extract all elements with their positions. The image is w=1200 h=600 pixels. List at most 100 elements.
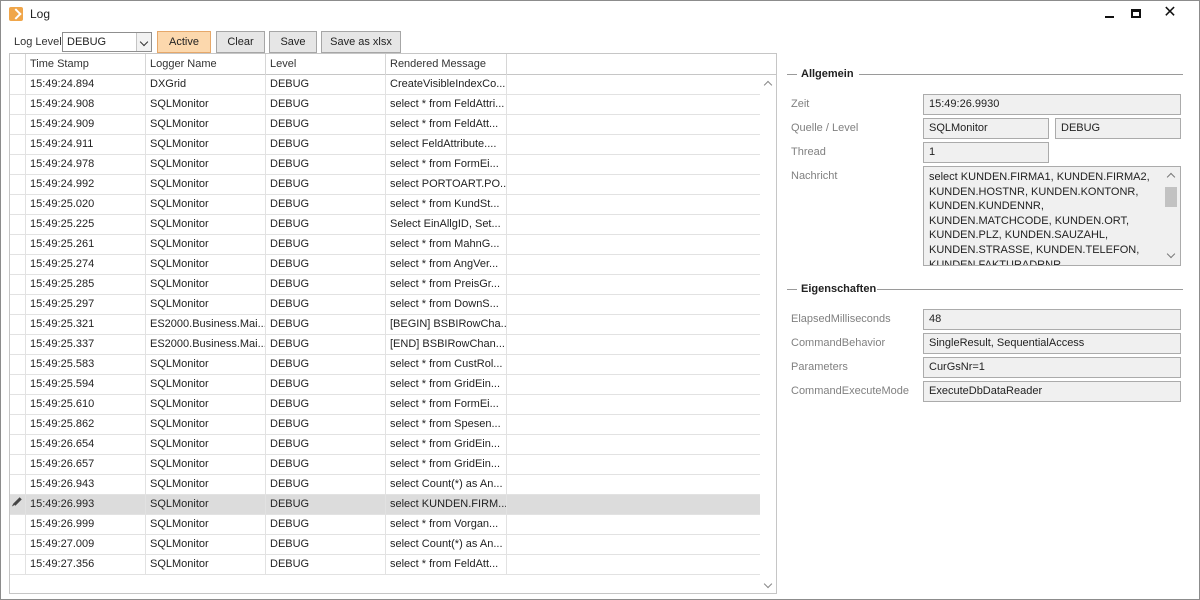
cell-timestamp: 15:49:25.285 [26, 275, 146, 295]
grid-scrollbar[interactable] [760, 75, 776, 593]
section-allgemein: Allgemein [787, 63, 1183, 83]
cell-level: DEBUG [266, 355, 386, 375]
table-row[interactable]: 15:49:25.297 SQLMonitor DEBUG select * from… [10, 295, 760, 315]
table-row[interactable]: 15:49:24.978 SQLMonitor DEBUG select * from… [10, 155, 760, 175]
table-row[interactable]: 15:49:26.999 SQLMonitor DEBUG select * from… [10, 515, 760, 535]
cell-message: select * from MahnG... [386, 235, 507, 255]
table-row[interactable]: 15:49:25.285 SQLMonitor DEBUG select * from… [10, 275, 760, 295]
level-field[interactable]: DEBUG [1055, 118, 1181, 139]
table-row[interactable]: 15:49:25.862 SQLMonitor DEBUG select * from… [10, 415, 760, 435]
close-button[interactable]: ✕ [1155, 4, 1185, 24]
column-header-level[interactable]: Level [266, 54, 386, 75]
table-row[interactable]: 15:49:26.657 SQLMonitor DEBUG select * from… [10, 455, 760, 475]
cell-timestamp: 15:49:24.992 [26, 175, 146, 195]
row-indicator [10, 75, 26, 95]
log-level-select[interactable]: DEBUG [62, 32, 152, 52]
table-row[interactable]: 15:49:26.943 SQLMonitor DEBUG select Count(… [10, 475, 760, 495]
table-row[interactable]: 15:49:25.225 SQLMonitor DEBUG Select EinAll… [10, 215, 760, 235]
cell-message: select Count(*) as An... [386, 535, 507, 555]
property-value[interactable]: ExecuteDbDataReader [923, 381, 1181, 402]
property-label: CommandBehavior [791, 337, 886, 349]
cell-logger: SQLMonitor [146, 515, 266, 535]
zeit-field[interactable]: 15:49:26.9930 [923, 94, 1181, 115]
cell-timestamp: 15:49:24.911 [26, 135, 146, 155]
cell-message: CreateVisibleIndexCo... [386, 75, 507, 95]
table-row[interactable]: 15:49:24.992 SQLMonitor DEBUG select PORTOA… [10, 175, 760, 195]
scroll-down-icon[interactable] [1166, 249, 1176, 259]
scroll-up-icon[interactable] [1166, 172, 1176, 182]
clear-button[interactable]: Clear [216, 31, 265, 53]
row-indicator [10, 115, 26, 135]
cell-timestamp: 15:49:26.999 [26, 515, 146, 535]
row-indicator [10, 535, 26, 555]
property-value[interactable]: SingleResult, SequentialAccess [923, 333, 1181, 354]
active-button[interactable]: Active [157, 31, 211, 53]
property-value[interactable]: 48 [923, 309, 1181, 330]
row-indicator [10, 255, 26, 275]
scroll-up-icon[interactable] [763, 80, 773, 90]
cell-message: select * from FeldAtt... [386, 115, 507, 135]
table-row[interactable]: 15:49:26.993 SQLMonitor DEBUG select KUNDEN… [10, 495, 760, 515]
table-row[interactable]: 15:49:24.911 SQLMonitor DEBUG select FeldAt… [10, 135, 760, 155]
cell-timestamp: 15:49:25.261 [26, 235, 146, 255]
maximize-button[interactable] [1121, 4, 1151, 24]
table-row[interactable]: 15:49:24.894 DXGrid DEBUG CreateVisibleInde… [10, 75, 760, 95]
cell-message: select * from Spesen... [386, 415, 507, 435]
table-row[interactable]: 15:49:24.908 SQLMonitor DEBUG select * from… [10, 95, 760, 115]
section-eigenschaften: Eigenschaften [787, 278, 1183, 298]
thread-field[interactable]: 1 [923, 142, 1049, 163]
table-row[interactable]: 15:49:24.909 SQLMonitor DEBUG select * from… [10, 115, 760, 135]
scroll-thumb[interactable] [1165, 187, 1177, 207]
table-row[interactable]: 15:49:26.654 SQLMonitor DEBUG select * from… [10, 435, 760, 455]
pencil-icon [13, 497, 22, 506]
table-row[interactable]: 15:49:25.261 SQLMonitor DEBUG select * from… [10, 235, 760, 255]
column-header-timestamp[interactable]: Time Stamp [26, 54, 146, 75]
cell-message: select * from FormEi... [386, 395, 507, 415]
cell-logger: SQLMonitor [146, 475, 266, 495]
cell-timestamp: 15:49:27.009 [26, 535, 146, 555]
cell-timestamp: 15:49:25.337 [26, 335, 146, 355]
table-row[interactable]: 15:49:25.274 SQLMonitor DEBUG select * from… [10, 255, 760, 275]
table-row[interactable]: 15:49:27.356 SQLMonitor DEBUG select * from… [10, 555, 760, 575]
table-row[interactable]: 15:49:25.321 ES2000.Business.Mai... DEBUG[… [10, 315, 760, 335]
table-row[interactable]: 15:49:25.337 ES2000.Business.Mai... DEBUG[… [10, 335, 760, 355]
row-indicator [10, 455, 26, 475]
cell-level: DEBUG [266, 455, 386, 475]
nachricht-field[interactable]: select KUNDEN.FIRMA1, KUNDEN.FIRMA2, KUN… [923, 166, 1181, 266]
minimize-button[interactable] [1094, 4, 1124, 24]
cell-logger: SQLMonitor [146, 415, 266, 435]
cell-level: DEBUG [266, 495, 386, 515]
log-grid[interactable]: Time Stamp Logger Name Level Rendered Me… [9, 53, 777, 594]
cell-logger: SQLMonitor [146, 275, 266, 295]
section-divider [787, 289, 797, 290]
cell-logger: SQLMonitor [146, 215, 266, 235]
cell-logger: SQLMonitor [146, 355, 266, 375]
cell-timestamp: 15:49:25.020 [26, 195, 146, 215]
save-as-xlsx-button[interactable]: Save as xlsx [321, 31, 401, 53]
cell-message: select PORTOART.PO... [386, 175, 507, 195]
app-icon [9, 7, 23, 21]
column-header-message[interactable]: Rendered Message [386, 54, 507, 75]
table-row[interactable]: 15:49:27.009 SQLMonitor DEBUG select Count(… [10, 535, 760, 555]
save-button[interactable]: Save [269, 31, 317, 53]
cell-logger: SQLMonitor [146, 155, 266, 175]
table-row[interactable]: 15:49:25.594 SQLMonitor DEBUG select * from… [10, 375, 760, 395]
cell-timestamp: 15:49:24.909 [26, 115, 146, 135]
quelle-field[interactable]: SQLMonitor [923, 118, 1049, 139]
table-row[interactable]: 15:49:25.610 SQLMonitor DEBUG select * from… [10, 395, 760, 415]
scroll-down-icon[interactable] [763, 579, 773, 589]
cell-logger: SQLMonitor [146, 295, 266, 315]
row-indicator [10, 215, 26, 235]
chevron-down-icon[interactable] [136, 33, 151, 51]
table-row[interactable]: 15:49:25.583 SQLMonitor DEBUG select * from… [10, 355, 760, 375]
nachricht-scrollbar[interactable] [1162, 167, 1180, 265]
property-value[interactable]: CurGsNr=1 [923, 357, 1181, 378]
cell-timestamp: 15:49:25.594 [26, 375, 146, 395]
cell-message: select * from KundSt... [386, 195, 507, 215]
table-row[interactable]: 15:49:25.020 SQLMonitor DEBUG select * from… [10, 195, 760, 215]
column-header-logger[interactable]: Logger Name [146, 54, 266, 75]
title-bar: Log ✕ [1, 1, 1199, 27]
row-indicator [10, 315, 26, 335]
cell-message: select * from GridEin... [386, 455, 507, 475]
row-indicator [10, 395, 26, 415]
